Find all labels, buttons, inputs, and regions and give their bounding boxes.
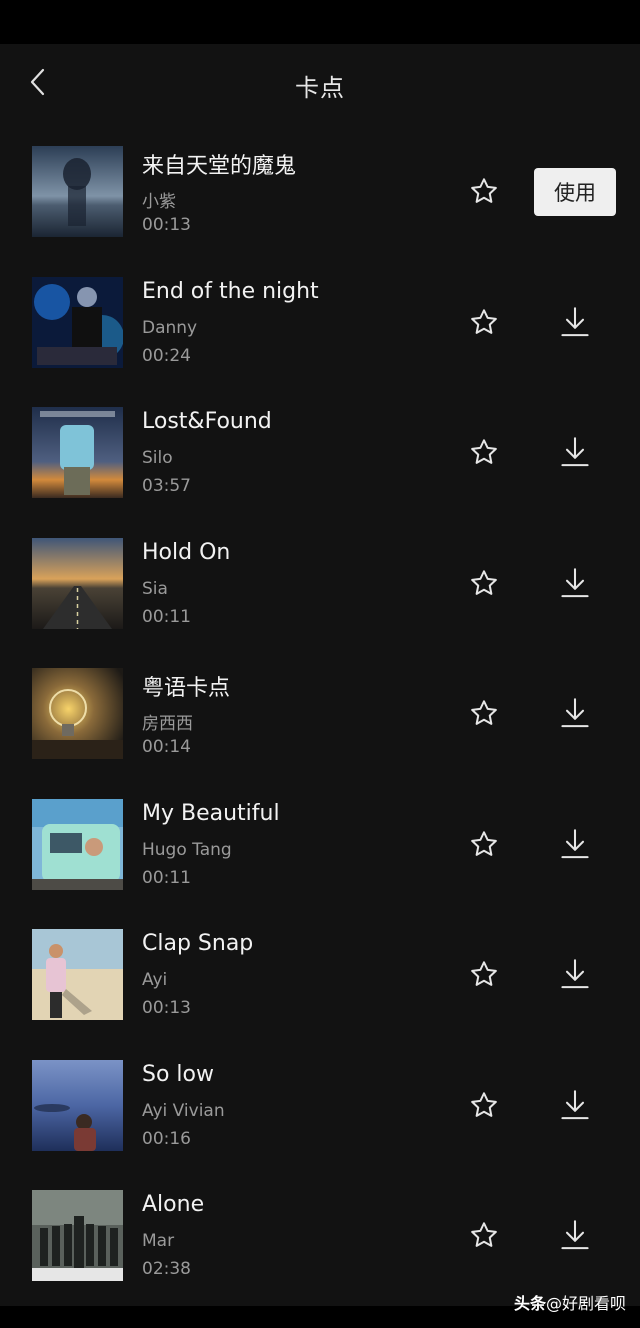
album-cover xyxy=(32,798,123,890)
song-artist: 房西西 xyxy=(142,714,193,734)
song-row[interactable]: Hold On Sia 00:11 xyxy=(0,518,640,649)
favorite-button[interactable] xyxy=(464,563,504,603)
song-duration: 00:13 xyxy=(142,215,191,235)
download-button[interactable] xyxy=(555,563,595,603)
star-outline-icon xyxy=(471,700,497,725)
download-button[interactable] xyxy=(555,1085,595,1125)
screen: 卡点 来自天堂的魔鬼 小紫 00:13 使用 End of the night … xyxy=(0,0,640,1328)
download-icon xyxy=(561,567,589,597)
download-icon xyxy=(561,306,589,336)
song-row[interactable]: Clap Snap Ayi 00:13 xyxy=(0,909,640,1040)
song-duration: 02:38 xyxy=(142,1259,191,1279)
favorite-button[interactable] xyxy=(464,693,504,733)
song-duration: 03:57 xyxy=(142,476,191,496)
favorite-button[interactable] xyxy=(464,1215,504,1255)
download-icon xyxy=(561,1220,589,1250)
song-title: 粤语卡点 xyxy=(142,676,231,701)
watermark-handle: @好剧看呗 xyxy=(545,1294,626,1313)
favorite-button[interactable] xyxy=(464,432,504,472)
song-row[interactable]: My Beautiful Hugo Tang 00:11 xyxy=(0,779,640,910)
song-artist: Danny xyxy=(142,317,198,338)
song-title: Alone xyxy=(142,1192,205,1217)
song-row[interactable]: 来自天堂的魔鬼 小紫 00:13 使用 xyxy=(0,126,640,257)
status-bar xyxy=(0,0,640,44)
song-duration: 00:14 xyxy=(142,737,191,757)
watermark-brand: 头条 xyxy=(513,1294,546,1313)
song-row[interactable]: 粤语卡点 房西西 00:14 xyxy=(0,648,640,779)
favorite-button[interactable] xyxy=(464,824,504,864)
album-cover xyxy=(32,1059,123,1151)
album-cover xyxy=(32,668,123,759)
download-icon xyxy=(561,959,589,989)
download-icon xyxy=(561,828,589,858)
download-icon xyxy=(561,698,589,728)
download-icon xyxy=(561,1089,589,1119)
favorite-button[interactable] xyxy=(464,302,504,342)
album-cover xyxy=(32,146,123,237)
song-duration: 00:16 xyxy=(142,1128,191,1149)
favorite-button[interactable] xyxy=(464,1085,504,1125)
album-cover xyxy=(32,929,123,1020)
song-duration: 00:11 xyxy=(142,867,191,888)
song-title: My Beautiful xyxy=(142,800,280,826)
song-title: Hold On xyxy=(142,539,231,565)
song-artist: Sia xyxy=(142,578,168,599)
page-title: 卡点 xyxy=(295,74,345,102)
song-artist: Ayi xyxy=(142,970,168,990)
album-cover xyxy=(32,276,123,368)
song-artist: Mar xyxy=(142,1231,175,1251)
use-button[interactable]: 使用 xyxy=(534,168,616,216)
favorite-button[interactable] xyxy=(464,954,504,994)
star-outline-icon xyxy=(471,308,497,334)
star-outline-icon xyxy=(471,439,497,464)
star-outline-icon xyxy=(471,961,497,986)
download-button[interactable] xyxy=(555,954,595,994)
song-row[interactable]: Alone Mar 02:38 xyxy=(0,1170,640,1301)
song-duration: 00:13 xyxy=(142,998,191,1018)
star-outline-icon xyxy=(471,1222,497,1247)
song-title: 来自天堂的魔鬼 xyxy=(142,154,297,179)
download-button[interactable] xyxy=(555,824,595,864)
star-outline-icon xyxy=(471,1091,497,1117)
song-row[interactable]: Lost&Found Silo 03:57 xyxy=(0,387,640,518)
download-button[interactable] xyxy=(555,302,595,342)
song-row[interactable]: End of the night Danny 00:24 xyxy=(0,257,640,388)
song-row[interactable]: So low Ayi Vivian 00:16 xyxy=(0,1040,640,1171)
star-outline-icon xyxy=(471,178,497,203)
song-title: Lost&Found xyxy=(142,409,272,434)
album-cover xyxy=(32,1190,123,1281)
download-icon xyxy=(561,437,589,467)
favorite-button[interactable] xyxy=(464,171,504,211)
song-artist: Hugo Tang xyxy=(142,839,232,860)
song-list: 来自天堂的魔鬼 小紫 00:13 使用 End of the night Dan… xyxy=(0,126,640,1301)
song-title: End of the night xyxy=(142,278,319,304)
album-cover xyxy=(32,537,123,629)
nav-bar: 卡点 xyxy=(0,44,640,126)
song-artist: Ayi Vivian xyxy=(142,1100,225,1121)
song-duration: 00:24 xyxy=(142,345,191,366)
star-outline-icon xyxy=(471,569,497,595)
download-button[interactable] xyxy=(555,432,595,472)
song-artist: Silo xyxy=(142,448,173,468)
song-artist: 小紫 xyxy=(142,192,176,212)
song-duration: 00:11 xyxy=(142,606,191,627)
album-cover xyxy=(32,407,123,498)
download-button[interactable] xyxy=(555,1215,595,1255)
song-title: Clap Snap xyxy=(142,931,254,956)
song-title: So low xyxy=(142,1061,214,1087)
download-button[interactable] xyxy=(555,693,595,733)
watermark: 头条@好剧看呗 xyxy=(514,1290,626,1314)
star-outline-icon xyxy=(471,830,497,856)
